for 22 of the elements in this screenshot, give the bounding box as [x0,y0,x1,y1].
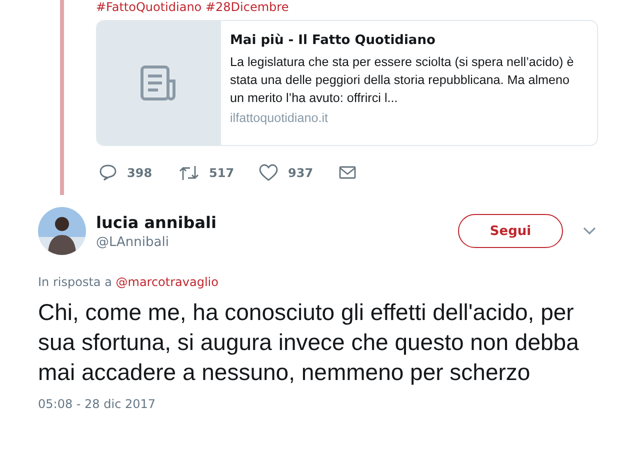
action-count: 937 [288,166,314,180]
user-name[interactable]: lucia annibali [96,212,458,232]
chevron-down-icon[interactable] [583,227,596,235]
reply-label: In risposta a [38,275,112,289]
reply-icon[interactable] [99,164,117,181]
action-count: 398 [127,166,152,180]
avatar [38,207,86,255]
document-icon [140,65,178,101]
card-title: Mai più - Il Fatto Quotidiano [230,33,436,48]
tweet-text: Chi, come me, ha conosciuto gli effetti dell'acido, per sua sfortuna, si augura invece che questo non debba mai accadere a nessuno, nemmeno per scherzo [37,298,580,387]
timestamp[interactable]: 05:08 - 28 dic 2017 [0,387,625,411]
hashtags[interactable]: #FattoQuotidiano #28Dicembre [96,0,598,18]
mail-icon[interactable] [339,166,356,179]
follow-button[interactable]: Segui [458,214,563,248]
user-handle[interactable]: @LAnnibali [96,234,458,250]
heart-icon[interactable] [259,164,278,181]
retweet-icon[interactable] [179,164,199,180]
action-count: 517 [209,166,234,180]
card-description: La legislatura che sta per essere sciolta (si spera nell’acido) è stata una delle peggiori della storia repubblicana. Ma almeno un merito l’ha avuto: offrirci l... [230,54,575,107]
mention-link[interactable]: @marcotravaglio [116,275,218,289]
card-domain: ilfattoquotidiano.it [230,111,330,125]
link-card[interactable] [96,20,598,146]
